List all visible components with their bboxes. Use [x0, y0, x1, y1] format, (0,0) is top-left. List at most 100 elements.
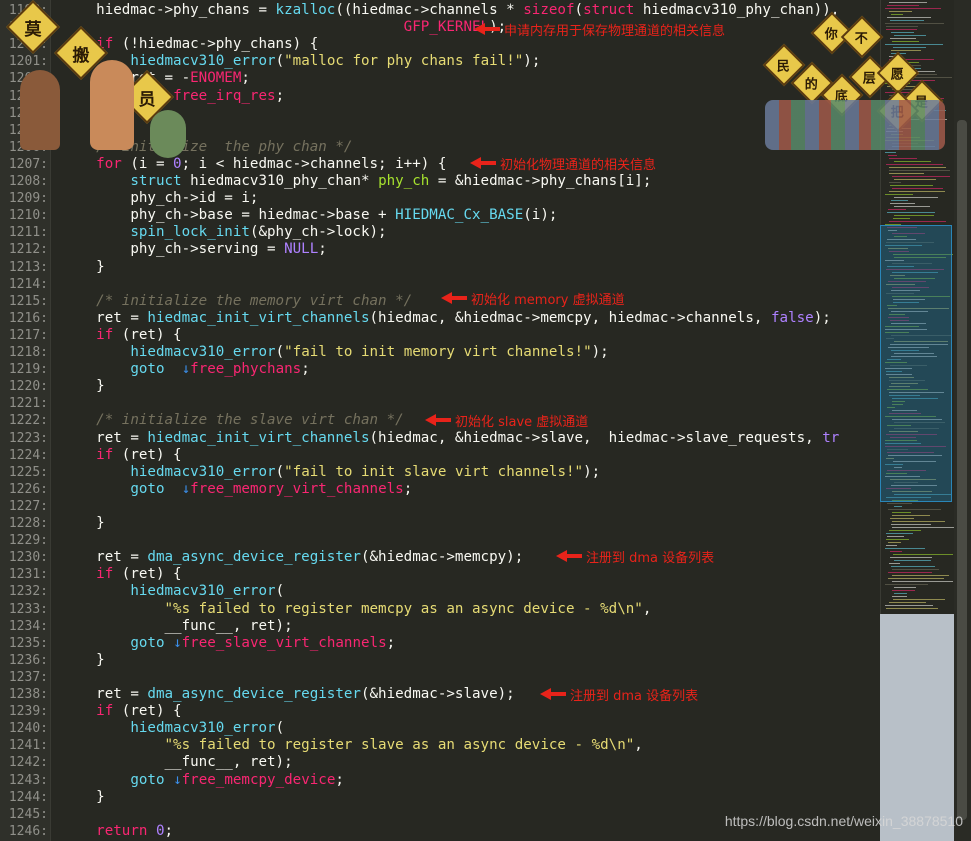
minimap-line: [888, 572, 932, 573]
code-line[interactable]: 1209: phy_ch->id = i;: [0, 190, 880, 207]
line-number: 1214:: [8, 276, 48, 292]
minimap-viewport[interactable]: [880, 225, 952, 502]
code-line[interactable]: 1214:: [0, 276, 880, 293]
annotation-phy-init: 初始化物理通道的相关信息: [470, 153, 656, 173]
minimap-line: [889, 182, 901, 183]
code-text: if (ret) {: [96, 326, 182, 343]
minimap-line: [886, 545, 897, 546]
code-line[interactable]: 1217: if (ret) {: [0, 327, 880, 344]
minimap-line: [892, 176, 950, 177]
minimap-line: [886, 608, 938, 609]
scrollbar-thumb[interactable]: [957, 120, 967, 820]
minimap-line: [892, 575, 949, 576]
code-line[interactable]: 1240: hiedmacv310_error(: [0, 720, 880, 737]
line-number: 1245:: [8, 806, 48, 822]
minimap-line: [890, 185, 933, 186]
code-line[interactable]: 1227:: [0, 498, 880, 515]
line-number: 1212:: [8, 242, 48, 258]
code-line[interactable]: 1216: ret = hiedmac_init_virt_channels(h…: [0, 310, 880, 327]
code-line[interactable]: 1230: ret = dma_async_device_register(&h…: [0, 549, 880, 566]
minimap-line: [891, 200, 908, 201]
code-text: goto ↓free_memory_virt_channels;: [130, 480, 413, 497]
code-line[interactable]: 1233: "%s failed to register memcpy as a…: [0, 601, 880, 618]
code-line[interactable]: 1237:: [0, 669, 880, 686]
code-line[interactable]: 1234: __func__, ret);: [0, 618, 880, 635]
line-number: 1233:: [8, 601, 48, 617]
minimap-line: [892, 581, 953, 582]
red-arrow-icon: [470, 157, 496, 169]
minimap-line: [892, 596, 907, 597]
code-text: goto ↓free_slave_virt_channels;: [130, 634, 396, 651]
code-line[interactable]: 1242: __func__, ret);: [0, 754, 880, 771]
code-line[interactable]: 1232: hiedmacv310_error(: [0, 583, 880, 600]
line-number: 1209:: [8, 191, 48, 207]
code-line[interactable]: 1244: }: [0, 789, 880, 806]
minimap-line: [889, 602, 926, 603]
code-text: ret = dma_async_device_register(&hiedmac…: [62, 549, 524, 566]
line-number: 1221:: [8, 396, 48, 412]
code-text: ret = dma_async_device_register(&hiedmac…: [62, 686, 515, 702]
code-line[interactable]: 1241: "%s failed to register slave as an…: [0, 737, 880, 754]
code-line[interactable]: 1211: spin_lock_init(&phy_ch->lock);: [0, 224, 880, 241]
minimap-line: [887, 536, 904, 537]
code-text: goto ↓free_memcpy_device;: [130, 771, 344, 788]
code-text: spin_lock_init(&phy_ch->lock);: [130, 224, 387, 241]
code-line[interactable]: 1208: struct hiedmacv310_phy_chan* phy_c…: [0, 173, 880, 190]
code-line[interactable]: 1220: }: [0, 378, 880, 395]
line-number: 1224:: [8, 447, 48, 463]
line-number: 1240:: [8, 721, 48, 737]
code-text: hiedmacv310_error("fail to init memory v…: [130, 344, 609, 360]
line-number: 1241:: [8, 738, 48, 754]
minimap-line: [888, 209, 906, 210]
line-number: 1227:: [8, 498, 48, 514]
code-text: phy_ch->base = hiedmac->base + HIEDMAC_C…: [62, 207, 558, 224]
minimap-line: [893, 599, 945, 600]
sticker-sign: 莫: [6, 0, 60, 54]
line-number: 1225:: [8, 464, 48, 480]
line-number: 1228:: [8, 516, 48, 531]
line-number: 1211:: [8, 225, 48, 241]
code-text: phy_ch->serving = NULL;: [62, 241, 327, 258]
minimap-line: [888, 578, 944, 579]
code-line[interactable]: 1235: goto ↓free_slave_virt_channels;: [0, 635, 880, 652]
line-number: 1223:: [8, 430, 48, 446]
line-number: 1226:: [8, 481, 48, 497]
minimap-line: [894, 215, 934, 216]
red-arrow-icon: [474, 23, 500, 35]
line-number: 1238:: [8, 687, 48, 702]
code-line[interactable]: 1225: hiedmacv310_error("fail to init sl…: [0, 464, 880, 481]
code-line[interactable]: 1229:: [0, 532, 880, 549]
annotation-memory-virt: 初始化 memory 虚拟通道: [441, 288, 625, 308]
code-line[interactable]: 1218: hiedmacv310_error("fail to init me…: [0, 344, 880, 361]
code-line[interactable]: 1224: if (ret) {: [0, 447, 880, 464]
code-line[interactable]: 1239: if (ret) {: [0, 703, 880, 720]
code-line[interactable]: 1219: goto ↓free_phychans;: [0, 361, 880, 378]
minimap-line: [894, 161, 931, 162]
minimap-line: [890, 203, 915, 204]
annotation-text: 申请内存用于保存物理通道的相关信息: [504, 23, 726, 39]
code-line[interactable]: 1243: goto ↓free_memcpy_device;: [0, 772, 880, 789]
code-line[interactable]: 1236: }: [0, 652, 880, 669]
code-line[interactable]: 1212: phy_ch->serving = NULL;: [0, 241, 880, 258]
minimap-line: [893, 554, 953, 555]
sticker-left: 莫 搬 员: [0, 0, 200, 160]
code-line[interactable]: 1226: goto ↓free_memory_virt_channels;: [0, 481, 880, 498]
minimap-line: [885, 548, 925, 549]
code-line[interactable]: 1210: phy_ch->base = hiedmac->base + HIE…: [0, 207, 880, 224]
code-text: hiedmacv310_error("fail to init slave vi…: [130, 463, 601, 480]
code-line[interactable]: 1228: }: [0, 515, 880, 532]
minimap-line: [892, 512, 911, 513]
annotation-alloc: 申请内存用于保存物理通道的相关信息: [474, 19, 725, 39]
annotation-register-slave: 注册到 dma 设备列表: [540, 684, 698, 704]
annotation-slave-virt: 初始化 slave 虚拟通道: [425, 410, 588, 430]
code-line[interactable]: 1213: }: [0, 259, 880, 276]
minimap-line: [892, 527, 954, 528]
code-text: struct hiedmacv310_phy_chan* phy_ch = &h…: [130, 173, 652, 189]
code-text: if (ret) {: [96, 446, 182, 463]
code-line[interactable]: 1223: ret = hiedmac_init_virt_channels(h…: [0, 430, 880, 447]
code-text: ret = hiedmac_init_virt_channels(hiedmac…: [62, 429, 840, 446]
code-line[interactable]: 1215: /* initialize the memory virt chan…: [0, 293, 880, 310]
code-line[interactable]: 1238: ret = dma_async_device_register(&h…: [0, 686, 880, 703]
annotation-text: 初始化物理通道的相关信息: [500, 157, 657, 173]
code-line[interactable]: 1231: if (ret) {: [0, 566, 880, 583]
